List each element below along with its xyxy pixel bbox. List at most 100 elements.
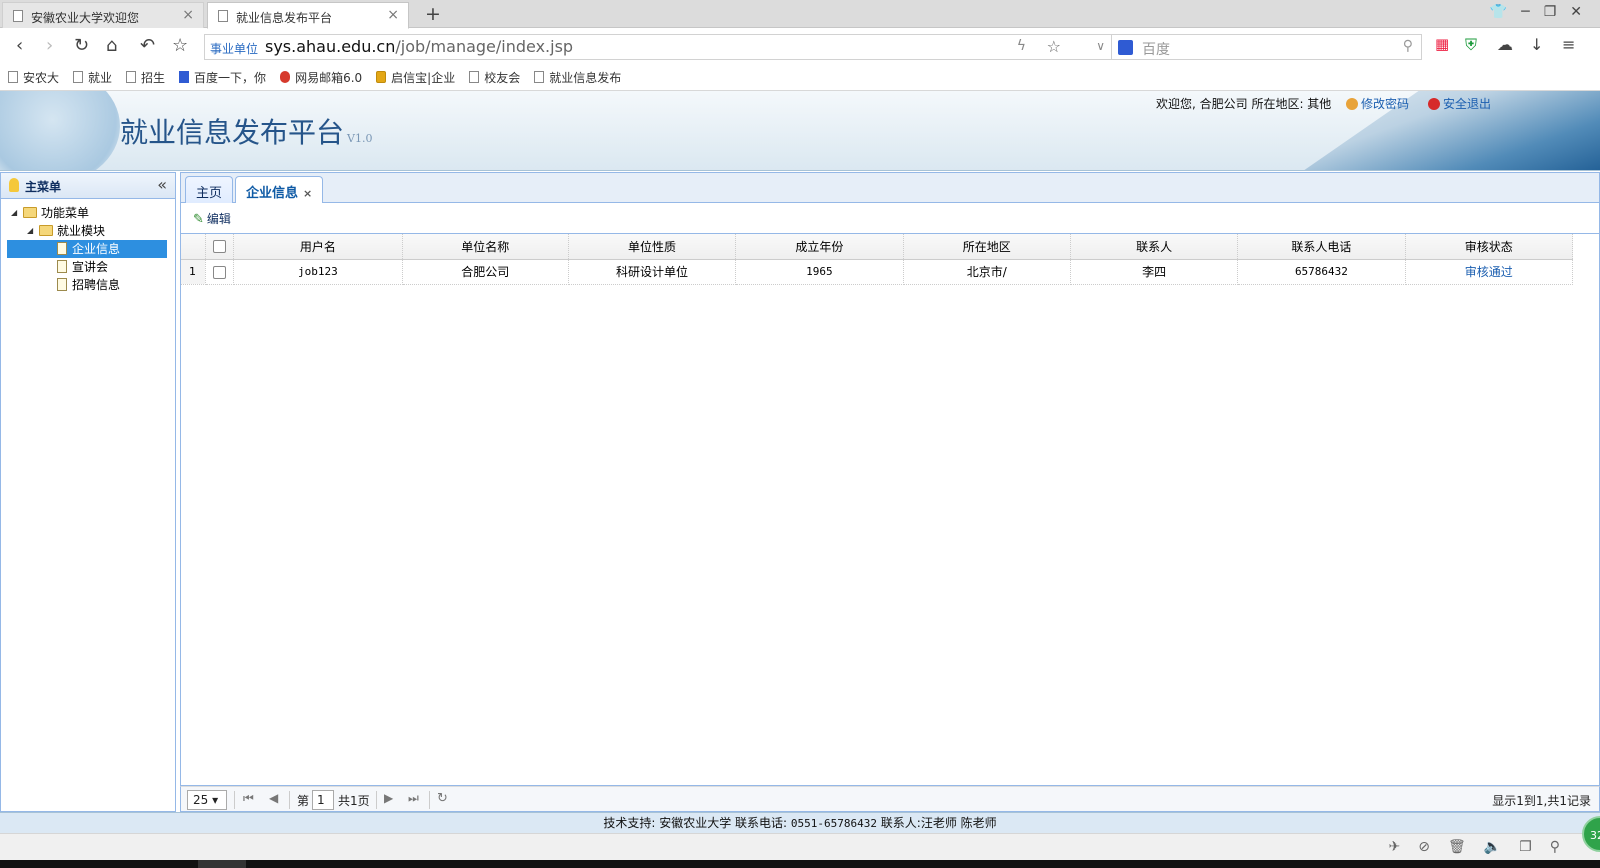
main-panel: 主页 企业信息 × ✎ 编辑 用户名 单位名称 单位性质 成立年份 所在地区 联… xyxy=(180,172,1600,812)
bookmark-item[interactable]: 就业 xyxy=(73,69,112,86)
close-tab-icon[interactable]: × xyxy=(387,7,399,23)
column-header[interactable]: 单位名称 xyxy=(402,234,569,260)
bookmark-item[interactable]: 百度一下，你 xyxy=(179,69,266,86)
tab-company-info[interactable]: 企业信息 × xyxy=(235,176,324,204)
column-header[interactable]: 联系人 xyxy=(1070,234,1239,260)
dropdown-chevron-icon[interactable]: ∨ xyxy=(1096,39,1105,53)
pagination-bar: 25 ▾ ⏮ ◀ 第 1 共1页 ▶ ⏭ ↻ 显示1到1,共1记录 xyxy=(180,786,1600,812)
minimize-icon[interactable]: ─ xyxy=(1521,4,1529,20)
apps-grid-icon[interactable]: ▦ xyxy=(1435,35,1449,53)
divider xyxy=(289,791,290,809)
last-page-icon[interactable]: ⏭ xyxy=(408,791,419,806)
window-icon[interactable]: ❐ xyxy=(1519,839,1532,855)
cell-phone: 65786432 xyxy=(1237,259,1406,285)
maximize-icon[interactable]: ❐ xyxy=(1544,4,1557,20)
netease-mail-icon xyxy=(280,71,291,83)
tab-label: 主页 xyxy=(196,186,223,201)
tree-node-company-info[interactable]: 企业信息 xyxy=(7,240,167,258)
home-icon[interactable]: ⌂ xyxy=(106,35,117,56)
column-header[interactable]: 审核状态 xyxy=(1405,234,1574,260)
cloud-icon[interactable]: ☁ xyxy=(1497,35,1513,54)
site-type-badge: 事业单位 xyxy=(210,42,259,56)
collapse-icon[interactable]: « xyxy=(157,175,167,194)
change-password-label: 修改密码 xyxy=(1361,97,1410,111)
volume-icon[interactable]: 🔈 xyxy=(1484,839,1501,855)
cell-status: 审核通过 xyxy=(1405,259,1574,285)
bookmark-item[interactable]: 招生 xyxy=(126,69,165,86)
close-window-icon[interactable]: ✕ xyxy=(1570,4,1582,20)
lightning-icon[interactable]: ϟ xyxy=(1017,38,1026,54)
back-icon[interactable]: ‹ xyxy=(16,35,23,56)
search-placeholder: 百度 xyxy=(1142,42,1170,58)
shield-icon[interactable]: ⛨ xyxy=(1465,35,1477,55)
audit-status-link[interactable]: 审核通过 xyxy=(1465,265,1513,279)
row-checkbox[interactable] xyxy=(213,265,227,279)
reload-icon[interactable]: ↻ xyxy=(74,35,89,56)
download-icon[interactable]: ↓ xyxy=(1530,35,1543,54)
table-row[interactable]: 1 job123 合肥公司 科研设计单位 1965 北京市/ 李四 657864… xyxy=(181,259,1574,285)
menu-icon[interactable]: ≡ xyxy=(1562,35,1575,54)
skin-icon[interactable]: 👕 xyxy=(1490,4,1507,20)
column-header[interactable]: 用户名 xyxy=(233,234,403,260)
logout-link[interactable]: 安全退出 xyxy=(1428,95,1491,112)
file-icon xyxy=(57,260,67,273)
page-icon xyxy=(73,71,84,83)
column-header[interactable]: 单位性质 xyxy=(568,234,737,260)
browser-tab-strip: 安徽农业大学欢迎您 × 就业信息发布平台 × + 👕 ─ ❐ ✕ xyxy=(0,0,1600,29)
bookmark-item[interactable]: 安农大 xyxy=(8,69,59,86)
zoom-icon[interactable]: ⚲ xyxy=(1550,839,1560,855)
page-icon xyxy=(534,71,545,83)
next-page-icon[interactable]: ▶ xyxy=(384,791,393,805)
sidebar-title: 主菜单 xyxy=(25,180,62,194)
bookmark-star-icon[interactable]: ☆ xyxy=(1047,37,1061,56)
new-tab-button[interactable]: + xyxy=(425,3,441,25)
bookmark-item[interactable]: 就业信息发布 xyxy=(534,69,621,86)
page-number-input[interactable]: 1 xyxy=(312,790,334,810)
address-bar[interactable]: 事业单位 sys.ahau.edu.cn/job/manage/index.js… xyxy=(204,34,1112,60)
bookmark-item[interactable]: 网易邮箱6.0 xyxy=(280,69,362,86)
tree-node-recruitment[interactable]: 招聘信息 xyxy=(1,276,175,294)
tab-home[interactable]: 主页 xyxy=(185,176,234,203)
user-icon xyxy=(1346,98,1358,110)
column-header[interactable]: 成立年份 xyxy=(735,234,904,260)
baidu-icon xyxy=(179,71,190,83)
favorite-icon[interactable]: ☆ xyxy=(172,35,188,56)
tree-node-root[interactable]: ◢ 功能菜单 xyxy=(1,204,175,222)
lightbulb-icon xyxy=(9,178,19,192)
page-footer: 技术支持: 安徽农业大学 联系电话: 0551-65786432 联系人:汪老师… xyxy=(0,812,1600,833)
search-icon[interactable]: ⚲ xyxy=(1403,38,1413,54)
browser-tab-ahau[interactable]: 安徽农业大学欢迎您 × xyxy=(2,2,204,28)
divider xyxy=(429,791,430,809)
close-tab-icon[interactable]: × xyxy=(303,187,312,200)
url-path: /job/manage/index.jsp xyxy=(395,37,574,56)
tree-node-seminar[interactable]: 宣讲会 xyxy=(1,258,175,276)
column-header[interactable]: 联系人电话 xyxy=(1237,234,1406,260)
tree-node-label: 企业信息 xyxy=(72,242,121,256)
trash-icon[interactable]: 🗑 xyxy=(1448,839,1466,855)
select-all-checkbox[interactable] xyxy=(213,240,227,254)
tree-node-module[interactable]: ◢ 就业模块 xyxy=(1,222,175,240)
forward-icon[interactable]: › xyxy=(46,35,53,56)
undo-icon[interactable]: ↶ xyxy=(140,35,155,56)
row-select-cell xyxy=(205,259,235,285)
block-icon[interactable]: ⊘ xyxy=(1418,839,1430,855)
page-size-select[interactable]: 25 ▾ xyxy=(187,790,227,810)
pin-icon[interactable]: ✈ xyxy=(1388,839,1400,855)
bookmark-item[interactable]: 启信宝|企业 xyxy=(376,69,455,86)
refresh-icon[interactable]: ↻ xyxy=(437,791,448,806)
expand-triangle-icon[interactable]: ◢ xyxy=(11,204,17,222)
edit-button[interactable]: ✎ 编辑 xyxy=(193,210,231,227)
search-box[interactable]: 百度 ⚲ xyxy=(1112,34,1422,60)
page-icon xyxy=(8,71,18,83)
prev-page-icon[interactable]: ◀ xyxy=(269,791,278,805)
expand-triangle-icon[interactable]: ◢ xyxy=(27,222,33,240)
change-password-link[interactable]: 修改密码 xyxy=(1346,95,1409,112)
bookmark-item[interactable]: 校友会 xyxy=(469,69,520,86)
app-title: 就业信息发布平台 V1.0 xyxy=(120,111,372,151)
first-page-icon[interactable]: ⏮ xyxy=(243,791,254,806)
column-header[interactable]: 所在地区 xyxy=(903,234,1071,260)
cell-nature: 科研设计单位 xyxy=(568,259,737,285)
browser-tab-job-platform[interactable]: 就业信息发布平台 × xyxy=(207,2,409,29)
close-tab-icon[interactable]: × xyxy=(182,7,194,23)
url-text[interactable]: sys.ahau.edu.cn/job/manage/index.jsp xyxy=(265,37,573,56)
